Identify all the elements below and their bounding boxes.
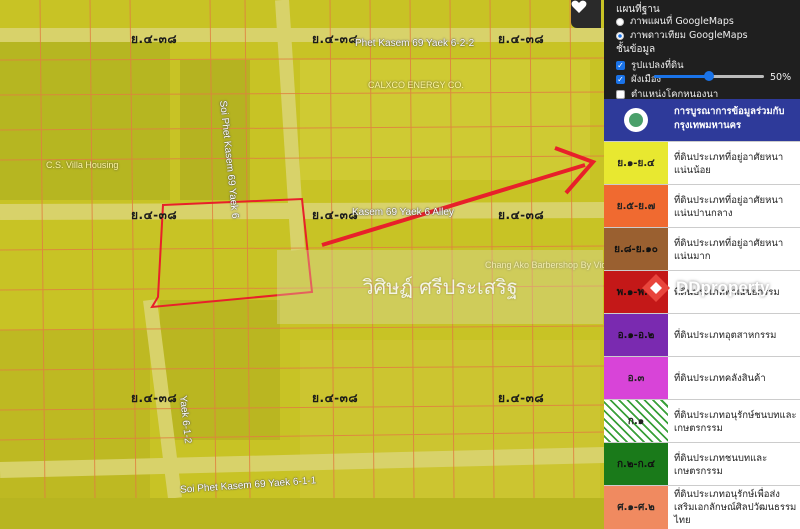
- opacity-slider[interactable]: [654, 71, 764, 81]
- legend-text: ที่ดินประเภทชนบทและเกษตรกรรม: [674, 452, 768, 477]
- legend-swatch: ศ.๑-ศ.๒: [604, 486, 668, 529]
- checkbox-khoknongna[interactable]: [616, 90, 625, 99]
- legend-row: ศ.๑-ศ.๒ ที่ดินประเภทอนุรักษ์เพื่อส่งเสริม…: [604, 485, 800, 529]
- legend-row: อ.๓ ที่ดินประเภทคลังสินค้า: [604, 356, 800, 400]
- poi-label: CALXCO ENERGY CO.: [368, 80, 464, 90]
- slider-thumb[interactable]: [704, 71, 714, 81]
- ddproperty-logo-icon: [642, 274, 670, 302]
- legend-swatch: อ.๑-อ.๒: [604, 314, 668, 357]
- radio-map[interactable]: [616, 17, 624, 26]
- legend-row: ก.๒-ก.๔ ที่ดินประเภทชนบทและเกษตรกรรม: [604, 442, 800, 486]
- legend-row: อ.๑-อ.๒ ที่ดินประเภทอุตสาหกรรม: [604, 313, 800, 357]
- legend-swatch: ย.๑-ย.๔: [604, 142, 668, 185]
- ddproperty-logo: DDproperty: [640, 272, 770, 304]
- legend-text: ที่ดินประเภทอุตสาหกรรม: [674, 330, 777, 341]
- zone-label: ย.๔-๓๘: [312, 391, 359, 405]
- zone-label: ย.๔-๓๘: [498, 391, 545, 405]
- heart-icon: [571, 0, 587, 14]
- legend-swatch: อ.๓: [604, 357, 668, 400]
- legend-header: การบูรณาการข้อมูลร่วมกับ กรุงเทพมหานคร: [604, 99, 800, 141]
- legend-header-text: การบูรณาการข้อมูลร่วมกับ กรุงเทพมหานคร: [674, 106, 785, 131]
- checkbox-zoning[interactable]: ✓: [616, 75, 625, 84]
- street-label: Phet Kasem 69 Yaek 6-2-2: [355, 38, 475, 49]
- zoning-map[interactable]: ย.๔-๓๘ ย.๔-๓๘ ย.๔-๓๘ ย.๔-๓๘ ย.๔-๓๘ ย.๔-๓…: [0, 0, 604, 498]
- legend-swatch: ก.๑: [604, 400, 668, 443]
- zone-label: ย.๔-๓๘: [131, 391, 178, 405]
- zone-label: ย.๔-๓๘: [312, 32, 359, 46]
- watermark: วิศิษฏ์ ศรีประเสริฐ: [277, 250, 603, 324]
- legend-text: ที่ดินประเภทอนุรักษ์ชนบทและเกษตรกรรม: [674, 409, 797, 434]
- radio-satellite[interactable]: [616, 31, 624, 40]
- basemap-option-map[interactable]: ภาพแผนที่ GoogleMaps: [616, 14, 734, 29]
- legend-text: ที่ดินประเภทที่อยู่อาศัยหนาแน่นน้อย: [674, 151, 784, 176]
- bma-seal-icon: [624, 108, 648, 132]
- legend-row: ก.๑ ที่ดินประเภทอนุรักษ์ชนบทและเกษตรกรรม: [604, 399, 800, 443]
- legend-swatch: ย.๕-ย.๗: [604, 185, 668, 228]
- legend-text: ที่ดินประเภทที่อยู่อาศัยหนาแน่นปานกลาง: [674, 194, 784, 219]
- legend-swatch: ย.๘-ย.๑๐: [604, 228, 668, 271]
- map-canvas[interactable]: [0, 0, 604, 498]
- zone-label: ย.๔-๓๘: [498, 208, 545, 222]
- legend-text: ที่ดินประเภทคลังสินค้า: [674, 373, 766, 384]
- opacity-value: 50%: [770, 72, 792, 83]
- legend-text: ที่ดินประเภทที่อยู่อาศัยหนาแน่นมาก: [674, 237, 784, 262]
- legend-row: ย.๕-ย.๗ ที่ดินประเภทที่อยู่อาศัยหนาแน่นปา…: [604, 184, 800, 228]
- layers-title: ชั้นข้อมูล: [616, 44, 656, 55]
- zone-label: ย.๔-๓๘: [131, 208, 178, 222]
- favorite-button[interactable]: [571, 0, 601, 28]
- legend-row: ย.๘-ย.๑๐ ที่ดินประเภทที่อยู่อาศัยหนาแน่นม…: [604, 227, 800, 271]
- checkbox-parcels[interactable]: ✓: [616, 61, 625, 70]
- basemap-option-satellite[interactable]: ภาพดาวเทียม GoogleMaps: [616, 28, 748, 43]
- zone-label: ย.๔-๓๘: [498, 32, 545, 46]
- layer-parcels[interactable]: ✓ รูปแปลงที่ดิน: [616, 58, 684, 73]
- legend-row: ย.๑-ย.๔ ที่ดินประเภทที่อยู่อาศัยหนาแน่นน้…: [604, 141, 800, 185]
- zone-label: ย.๔-๓๘: [131, 32, 178, 46]
- legend-swatch: ก.๒-ก.๔: [604, 443, 668, 486]
- street-label: Kasem 69 Yaek 6 Alley: [352, 207, 454, 218]
- legend-text: ที่ดินประเภทอนุรักษ์เพื่อส่งเสริมเอกลักษ…: [674, 489, 797, 526]
- poi-label: C.S. Villa Housing: [46, 160, 119, 170]
